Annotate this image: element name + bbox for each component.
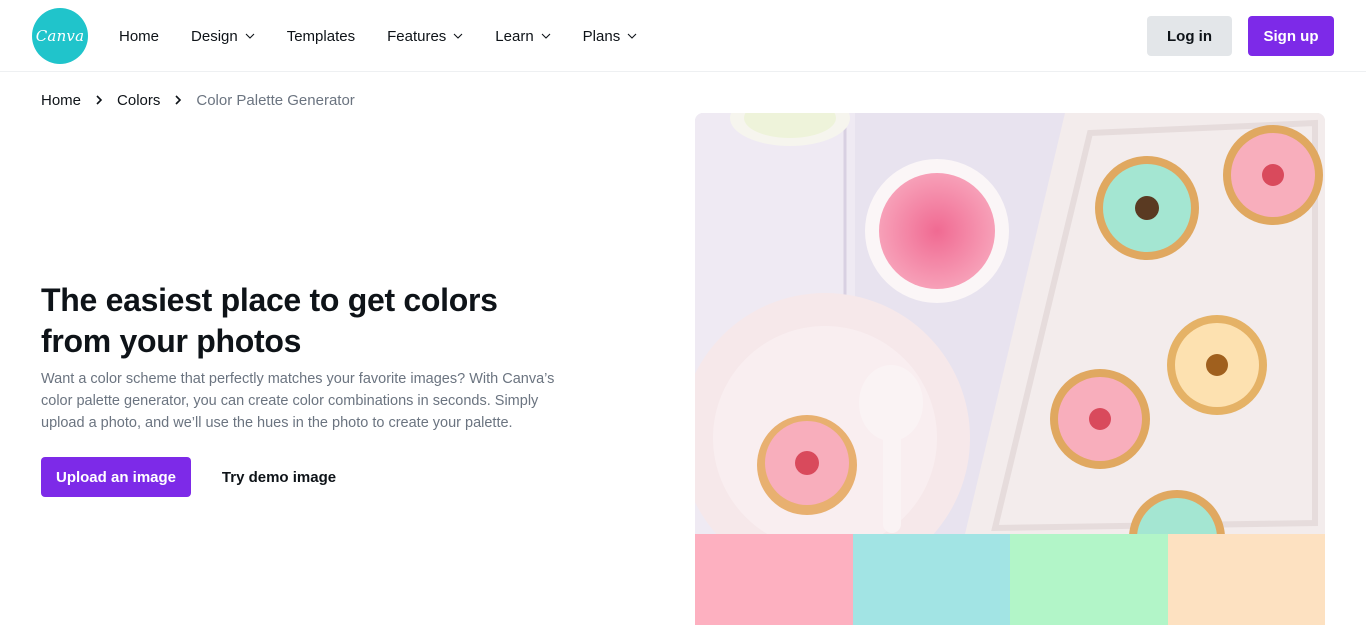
nav-item-home[interactable]: Home [119, 0, 159, 72]
chevron-down-icon [541, 31, 551, 41]
breadcrumb-current: Color Palette Generator [196, 91, 355, 109]
palette-swatch[interactable] [1167, 534, 1325, 625]
nav-label: Templates [286, 27, 356, 45]
palette-swatch[interactable] [695, 534, 853, 625]
color-palette [695, 534, 1325, 625]
site-header: Canva Home Design Templates Features Lea… [0, 0, 1366, 72]
nav-item-design[interactable]: Design [191, 0, 255, 72]
upload-image-button[interactable]: Upload an image [41, 457, 191, 497]
demo-photo [695, 113, 1325, 534]
chevron-down-icon [245, 31, 255, 41]
palette-swatch[interactable] [852, 534, 1010, 625]
try-demo-button[interactable]: Try demo image [209, 457, 349, 497]
breadcrumb-home[interactable]: Home [41, 92, 81, 109]
nav-item-learn[interactable]: Learn [495, 0, 551, 72]
logo-text: Canva [35, 27, 85, 45]
signup-button[interactable]: Sign up [1248, 16, 1334, 56]
chevron-right-icon [171, 93, 185, 107]
hero-description: Want a color scheme that perfectly match… [41, 371, 555, 431]
nav-label: Plans [582, 27, 621, 45]
nav-label: Design [191, 27, 238, 45]
nav-item-plans[interactable]: Plans [583, 0, 638, 72]
hero-title: The easiest place to get colors from you… [41, 282, 498, 359]
login-button[interactable]: Log in [1147, 16, 1232, 56]
chevron-down-icon [627, 31, 637, 41]
demo-photo-card [695, 113, 1325, 625]
nav-item-features[interactable]: Features [387, 0, 463, 72]
palette-swatch[interactable] [1010, 534, 1168, 625]
nav-label: Learn [495, 27, 534, 45]
breadcrumb-colors[interactable]: Colors [117, 92, 160, 109]
breadcrumb: Home Colors Color Palette Generator [41, 90, 355, 110]
main-nav: Home Design Templates Features Learn Pla… [119, 0, 669, 72]
nav-item-templates[interactable]: Templates [287, 0, 355, 72]
chevron-right-icon [92, 93, 106, 107]
nav-label: Home [119, 27, 160, 45]
canva-logo[interactable]: Canva [32, 8, 88, 64]
chevron-down-icon [453, 31, 463, 41]
nav-label: Features [387, 27, 447, 45]
